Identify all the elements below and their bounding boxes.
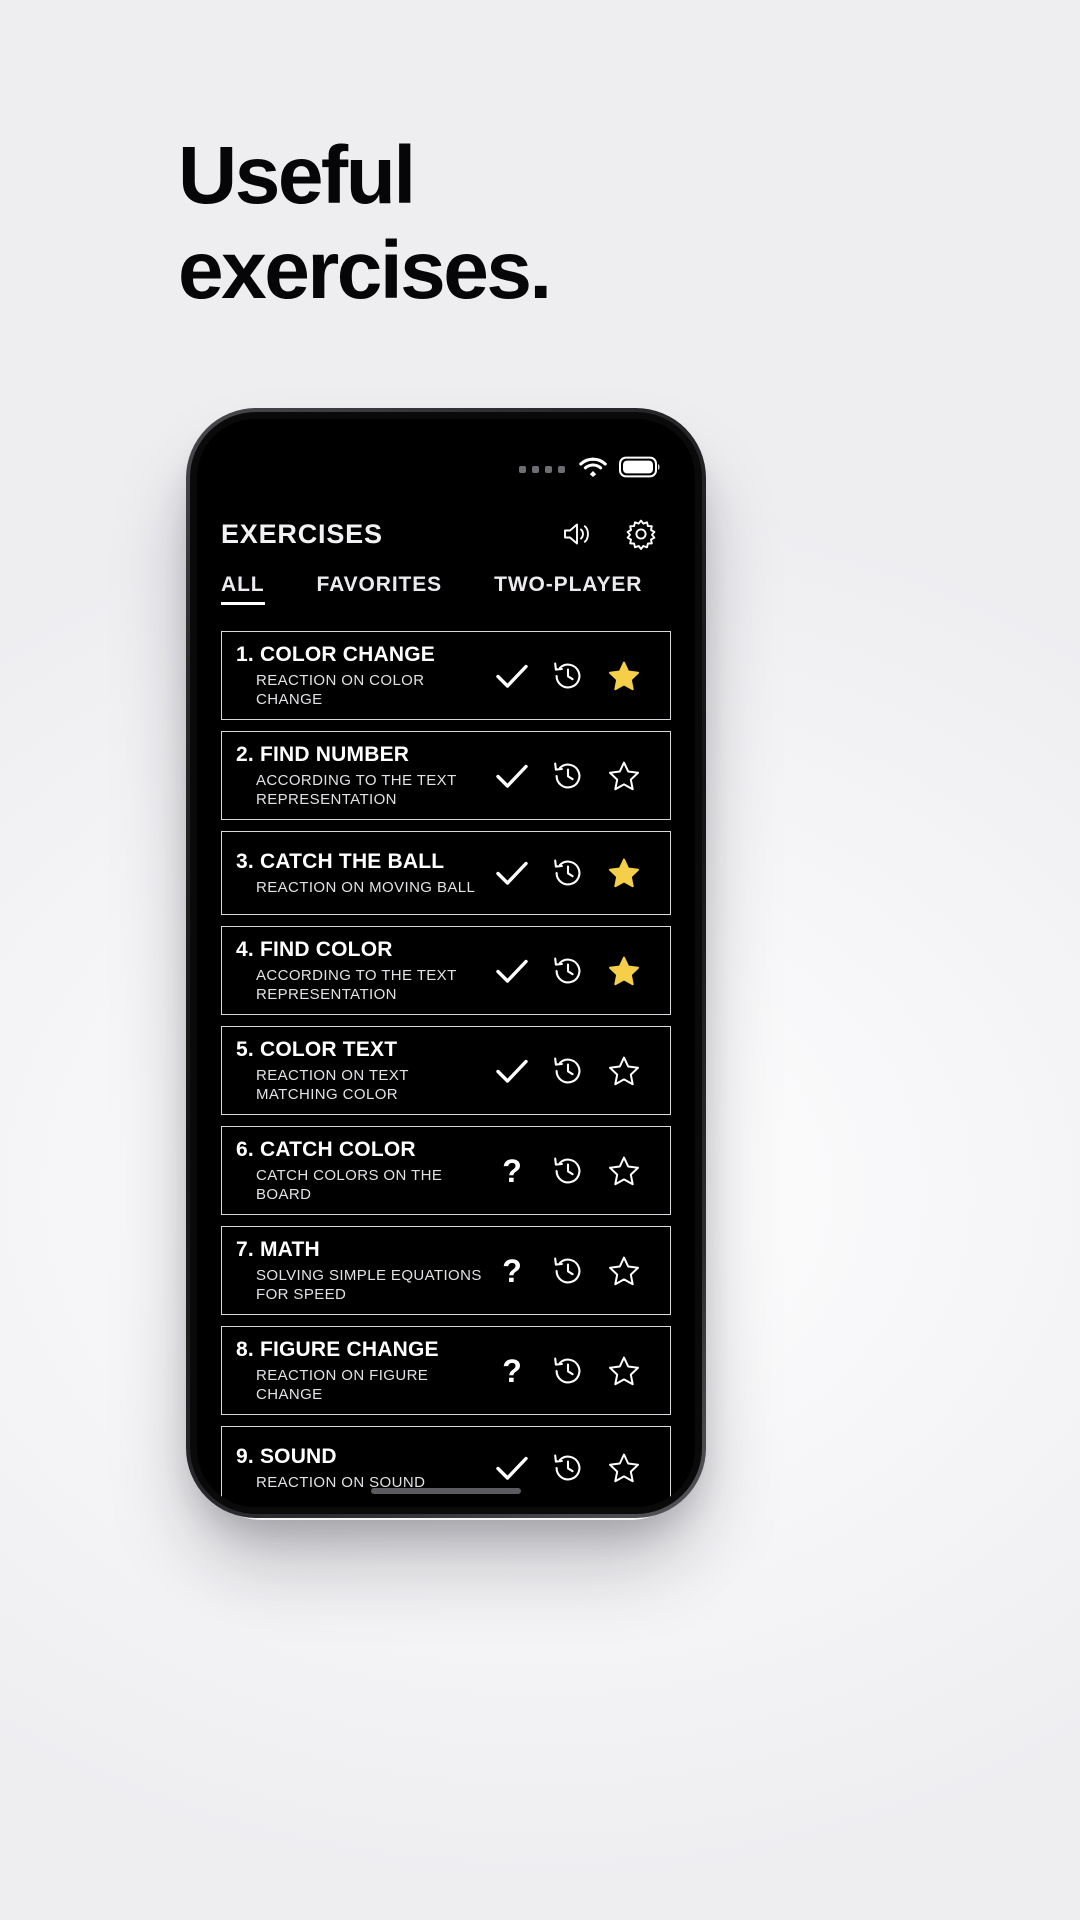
exercise-row[interactable]: 9. SOUND REACTION ON SOUND bbox=[221, 1426, 671, 1507]
exercise-title: 1. COLOR CHANGE bbox=[236, 643, 436, 666]
exercise-list[interactable]: 1. COLOR CHANGE REACTION ON COLOR CHANGE 2… bbox=[197, 631, 695, 1507]
exercise-row[interactable]: 5. COLOR TEXT REACTION ON TEXT MATCHING C… bbox=[221, 1026, 671, 1115]
exercise-actions bbox=[484, 947, 652, 995]
question-glyph: ? bbox=[502, 1352, 522, 1389]
page-title: Useful exercises. bbox=[178, 128, 552, 318]
tab-all[interactable]: ALL bbox=[221, 573, 265, 605]
exercise-actions: ? bbox=[484, 1347, 652, 1395]
app-header: EXERCISES bbox=[197, 501, 695, 567]
history-icon[interactable] bbox=[540, 752, 596, 800]
check-icon[interactable] bbox=[484, 1047, 540, 1095]
sound-icon[interactable] bbox=[557, 514, 597, 554]
exercise-actions bbox=[484, 1444, 652, 1492]
history-icon[interactable] bbox=[540, 652, 596, 700]
star-outline-icon[interactable] bbox=[596, 1347, 652, 1395]
battery-icon bbox=[619, 456, 661, 483]
star-outline-icon[interactable] bbox=[596, 1444, 652, 1492]
exercise-row[interactable]: 1. COLOR CHANGE REACTION ON COLOR CHANGE bbox=[221, 631, 671, 720]
history-icon[interactable] bbox=[540, 1047, 596, 1095]
history-icon[interactable] bbox=[540, 849, 596, 897]
exercise-actions: ? bbox=[484, 1247, 652, 1295]
star-outline-icon[interactable] bbox=[596, 752, 652, 800]
phone-frame: EXERCISES ALL FAVORITES TWO-PLAYER 1. CO… bbox=[186, 408, 706, 1518]
star-filled-icon[interactable] bbox=[596, 652, 652, 700]
tab-favorites[interactable]: FAVORITES bbox=[317, 573, 443, 605]
exercise-title: 7. MATH bbox=[236, 1238, 320, 1261]
exercise-text: 6. CATCH COLOR CATCH COLORS ON THE BOARD bbox=[236, 1137, 484, 1204]
star-filled-icon[interactable] bbox=[596, 849, 652, 897]
exercise-subtitle: ACCORDING TO THE TEXT REPRESENTATION bbox=[256, 967, 457, 1003]
exercise-text: 9. SOUND REACTION ON SOUND bbox=[236, 1444, 484, 1492]
tab-bar: ALL FAVORITES TWO-PLAYER bbox=[197, 573, 695, 623]
headline-line-1: Useful bbox=[178, 130, 416, 221]
check-icon[interactable] bbox=[484, 752, 540, 800]
history-icon[interactable] bbox=[540, 1444, 596, 1492]
exercise-row[interactable]: 3. CATCH THE BALL REACTION ON MOVING BALL bbox=[221, 831, 671, 915]
exercise-subtitle: SOLVING SIMPLE EQUATIONS FOR SPEED bbox=[256, 1267, 482, 1303]
exercise-title: 6. CATCH COLOR bbox=[236, 1138, 416, 1161]
app-title: EXERCISES bbox=[221, 518, 383, 549]
tab-two-player[interactable]: TWO-PLAYER bbox=[494, 573, 642, 605]
gear-icon[interactable] bbox=[621, 514, 661, 554]
star-filled-icon[interactable] bbox=[596, 947, 652, 995]
check-icon[interactable] bbox=[484, 1444, 540, 1492]
exercise-row[interactable]: 6. CATCH COLOR CATCH COLORS ON THE BOARD? bbox=[221, 1126, 671, 1215]
check-icon[interactable] bbox=[484, 947, 540, 995]
exercise-row[interactable]: 8. FIGURE CHANGE REACTION ON FIGURE CHANG… bbox=[221, 1326, 671, 1415]
check-icon[interactable] bbox=[484, 849, 540, 897]
history-icon[interactable] bbox=[540, 1247, 596, 1295]
wifi-icon bbox=[579, 456, 607, 482]
exercise-row[interactable]: 7. MATH SOLVING SIMPLE EQUATIONS FOR SPEE… bbox=[221, 1226, 671, 1315]
exercise-text: 7. MATH SOLVING SIMPLE EQUATIONS FOR SPEE… bbox=[236, 1237, 484, 1304]
exercise-text: 8. FIGURE CHANGE REACTION ON FIGURE CHANG… bbox=[236, 1337, 484, 1404]
home-indicator bbox=[371, 1488, 521, 1494]
exercise-subtitle: REACTION ON MOVING BALL bbox=[256, 879, 476, 896]
question-mark-icon[interactable]: ? bbox=[484, 1347, 540, 1395]
exercise-text: 1. COLOR CHANGE REACTION ON COLOR CHANGE bbox=[236, 642, 484, 709]
exercise-text: 4. FIND COLOR ACCORDING TO THE TEXT REPRE… bbox=[236, 937, 484, 1004]
star-outline-icon[interactable] bbox=[596, 1147, 652, 1195]
star-outline-icon[interactable] bbox=[596, 1047, 652, 1095]
phone-mockup: EXERCISES ALL FAVORITES TWO-PLAYER 1. CO… bbox=[186, 408, 706, 1518]
headline-line-2: exercises. bbox=[178, 225, 552, 316]
exercise-title: 2. FIND NUMBER bbox=[236, 743, 410, 766]
history-icon[interactable] bbox=[540, 1147, 596, 1195]
star-outline-icon[interactable] bbox=[596, 1247, 652, 1295]
exercise-text: 3. CATCH THE BALL REACTION ON MOVING BALL bbox=[236, 849, 484, 897]
question-mark-icon[interactable]: ? bbox=[484, 1247, 540, 1295]
exercise-subtitle: REACTION ON TEXT MATCHING COLOR bbox=[256, 1067, 409, 1103]
exercise-title: 5. COLOR TEXT bbox=[236, 1038, 398, 1061]
question-glyph: ? bbox=[502, 1152, 522, 1189]
phone-screen: EXERCISES ALL FAVORITES TWO-PLAYER 1. CO… bbox=[197, 419, 695, 1507]
exercise-title: 4. FIND COLOR bbox=[236, 938, 393, 961]
exercise-actions bbox=[484, 849, 652, 897]
exercise-actions bbox=[484, 752, 652, 800]
history-icon[interactable] bbox=[540, 947, 596, 995]
exercise-actions bbox=[484, 1047, 652, 1095]
exercise-title: 8. FIGURE CHANGE bbox=[236, 1338, 439, 1361]
exercise-text: 5. COLOR TEXT REACTION ON TEXT MATCHING C… bbox=[236, 1037, 484, 1104]
exercise-subtitle: REACTION ON COLOR CHANGE bbox=[256, 672, 425, 708]
exercise-row[interactable]: 2. FIND NUMBER ACCORDING TO THE TEXT REPR… bbox=[221, 731, 671, 820]
status-bar bbox=[197, 419, 695, 497]
exercise-title: 9. SOUND bbox=[236, 1445, 337, 1468]
question-glyph: ? bbox=[502, 1252, 522, 1289]
history-icon[interactable] bbox=[540, 1347, 596, 1395]
question-mark-icon[interactable]: ? bbox=[484, 1147, 540, 1195]
exercise-subtitle: ACCORDING TO THE TEXT REPRESENTATION bbox=[256, 772, 457, 808]
exercise-row[interactable]: 4. FIND COLOR ACCORDING TO THE TEXT REPRE… bbox=[221, 926, 671, 1015]
exercise-actions: ? bbox=[484, 1147, 652, 1195]
exercise-subtitle: CATCH COLORS ON THE BOARD bbox=[256, 1167, 443, 1203]
exercise-title: 3. CATCH THE BALL bbox=[236, 850, 445, 873]
exercise-text: 2. FIND NUMBER ACCORDING TO THE TEXT REPR… bbox=[236, 742, 484, 809]
exercise-actions bbox=[484, 652, 652, 700]
signal-dots-icon bbox=[519, 465, 565, 473]
check-icon[interactable] bbox=[484, 652, 540, 700]
exercise-subtitle: REACTION ON FIGURE CHANGE bbox=[256, 1367, 429, 1403]
